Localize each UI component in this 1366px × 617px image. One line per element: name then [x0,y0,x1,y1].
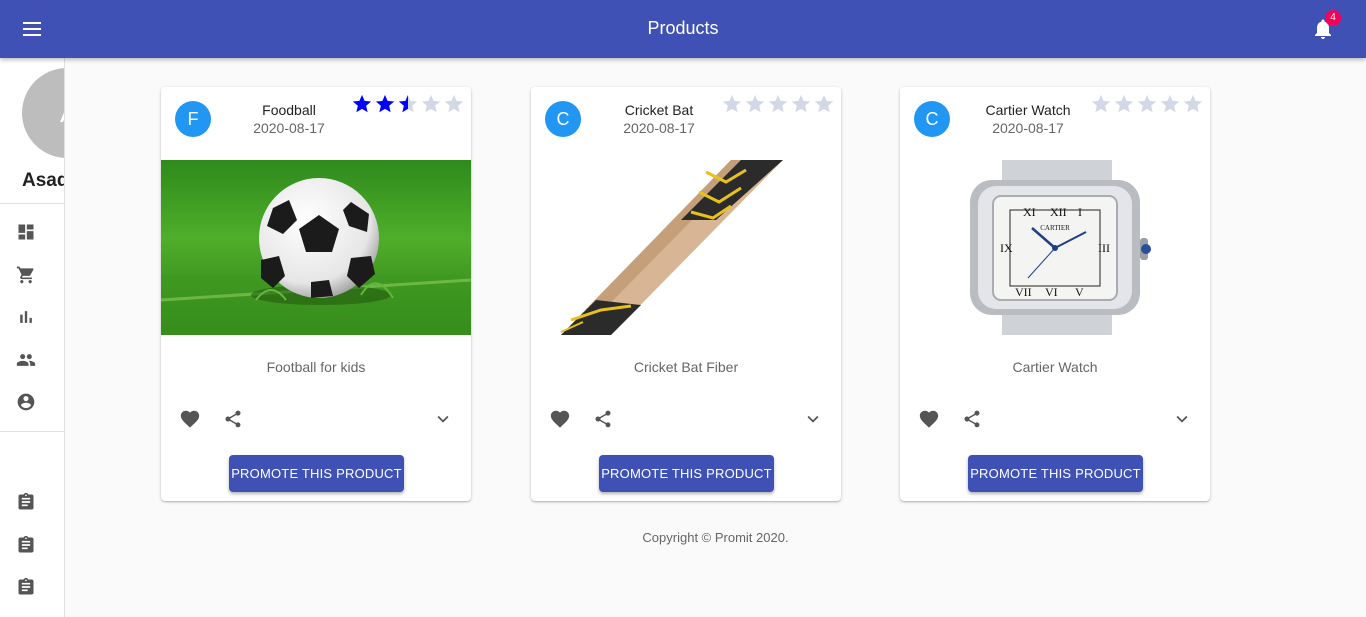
product-avatar: F [175,101,211,137]
promote-button[interactable]: PROMOTE THIS PRODUCT [229,455,404,492]
expand-more-icon[interactable] [431,407,455,431]
product-avatar: C [914,101,950,137]
product-description: Football for kids [266,359,366,375]
page-title: Products [647,18,719,38]
clipboard-icon[interactable] [14,575,38,599]
user-avatar[interactable]: A [22,68,64,158]
account-circle-icon[interactable] [14,390,38,414]
product-card: C Cricket Bat 2020-08-17 Cricket Bat Fib… [531,87,841,501]
share-icon[interactable] [960,407,984,431]
clipboard-icon[interactable] [14,533,38,557]
product-name: Cartier Watch [985,102,1071,118]
star-icon[interactable] [443,93,465,115]
star-icon[interactable] [1182,93,1204,115]
people-icon[interactable] [14,348,38,372]
cricket-bat-image [531,160,841,335]
star-rating[interactable] [351,93,466,115]
svg-text:I: I [1078,205,1082,219]
favorite-icon[interactable] [917,407,941,431]
star-rating[interactable] [1090,93,1205,115]
product-description: Cricket Bat Fiber [633,359,739,375]
clipboard-icon[interactable] [14,490,38,514]
favorite-icon[interactable] [178,407,202,431]
svg-text:CARTIER: CARTIER [1040,224,1070,232]
product-card: F Foodball 2020-08-17 Football for kids … [161,87,471,501]
football-image [161,160,471,335]
product-description: Cartier Watch [1012,359,1098,375]
svg-text:IX: IX [1000,241,1013,255]
cart-icon[interactable] [14,263,38,287]
sidebar: A Asad [0,58,65,617]
svg-text:XI: XI [1023,205,1036,219]
product-date: 2020-08-17 [623,120,695,136]
star-icon[interactable] [420,93,442,115]
user-name: Asad [22,170,65,191]
star-icon[interactable] [721,93,743,115]
product-name: Foodball [262,102,316,118]
star-icon[interactable] [813,93,835,115]
star-icon[interactable] [351,93,373,115]
star-icon[interactable] [1159,93,1181,115]
expand-more-icon[interactable] [801,407,825,431]
product-avatar: C [545,101,581,137]
sidebar-divider [0,203,64,204]
star-icon[interactable] [1136,93,1158,115]
product-card: C Cartier Watch 2020-08-17 CARTIER XI XI… [900,87,1210,501]
star-icon[interactable] [790,93,812,115]
product-date: 2020-08-17 [253,120,325,136]
svg-text:III: III [1098,241,1110,255]
watch-image: CARTIER XI XII I IX III VII VI V [900,160,1210,335]
share-icon[interactable] [591,407,615,431]
dashboard-icon[interactable] [14,220,38,244]
star-icon[interactable] [767,93,789,115]
star-icon[interactable] [744,93,766,115]
svg-text:VI: VI [1045,285,1058,299]
star-icon[interactable] [1090,93,1112,115]
product-name: Cricket Bat [624,102,694,118]
copyright-text: Copyright © Promit 2020. [642,530,789,545]
expand-more-icon[interactable] [1170,407,1194,431]
notification-badge: 4 [1325,10,1341,26]
star-icon[interactable] [397,93,419,115]
promote-button[interactable]: PROMOTE THIS PRODUCT [968,455,1143,492]
svg-text:XII: XII [1050,205,1067,219]
bar-chart-icon[interactable] [14,305,38,329]
app-bar: Products 4 [0,0,1366,58]
star-rating[interactable] [721,93,836,115]
promote-button[interactable]: PROMOTE THIS PRODUCT [599,455,774,492]
star-icon[interactable] [1113,93,1135,115]
sidebar-divider [0,431,64,432]
share-icon[interactable] [221,407,245,431]
star-icon[interactable] [374,93,396,115]
svg-text:VII: VII [1015,285,1032,299]
favorite-icon[interactable] [548,407,572,431]
svg-text:V: V [1075,285,1084,299]
product-date: 2020-08-17 [992,120,1064,136]
